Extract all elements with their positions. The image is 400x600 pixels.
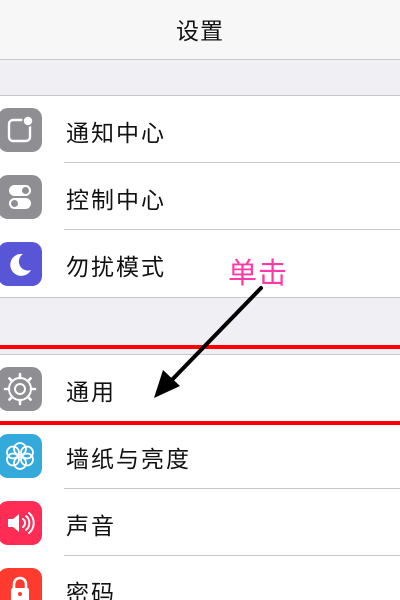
navigation-bar: 设置 xyxy=(0,0,400,60)
settings-item-passcode[interactable]: 密码 xyxy=(0,556,400,600)
settings-item-label: 勿扰模式 xyxy=(66,255,166,281)
settings-item-label: 墙纸与亮度 xyxy=(66,447,191,473)
page-title: 设置 xyxy=(176,19,224,45)
settings-item-label: 控制中心 xyxy=(66,188,166,214)
lock-icon xyxy=(0,568,42,600)
settings-screen: 设置 通知中心 控制中心 勿扰模式 通用 墙纸与亮度 声音 密码 单击 xyxy=(0,0,400,600)
settings-item-label: 通用 xyxy=(66,380,116,406)
settings-item-label: 声音 xyxy=(66,514,116,540)
highlight-top-line xyxy=(0,345,400,349)
highlight-bottom-line xyxy=(0,421,400,425)
notification-center-icon xyxy=(0,108,42,152)
annotation-text: 单击 xyxy=(228,256,289,290)
speaker-icon xyxy=(0,501,42,545)
settings-item-control-center[interactable]: 控制中心 xyxy=(0,163,400,230)
settings-item-do-not-disturb[interactable]: 勿扰模式 xyxy=(0,230,400,297)
settings-item-notification-center[interactable]: 通知中心 xyxy=(0,96,400,163)
settings-item-general[interactable]: 通用 xyxy=(0,355,400,422)
gear-icon xyxy=(0,367,42,411)
settings-item-sounds[interactable]: 声音 xyxy=(0,489,400,556)
control-center-icon xyxy=(0,175,42,219)
settings-item-label: 密码 xyxy=(66,581,116,600)
settings-group-1: 通知中心 控制中心 勿扰模式 xyxy=(0,95,400,298)
settings-item-wallpaper-brightness[interactable]: 墙纸与亮度 xyxy=(0,422,400,489)
settings-item-label: 通知中心 xyxy=(66,121,166,147)
flower-icon xyxy=(0,434,42,478)
moon-icon xyxy=(0,242,42,286)
settings-group-2: 通用 墙纸与亮度 声音 密码 xyxy=(0,354,400,600)
